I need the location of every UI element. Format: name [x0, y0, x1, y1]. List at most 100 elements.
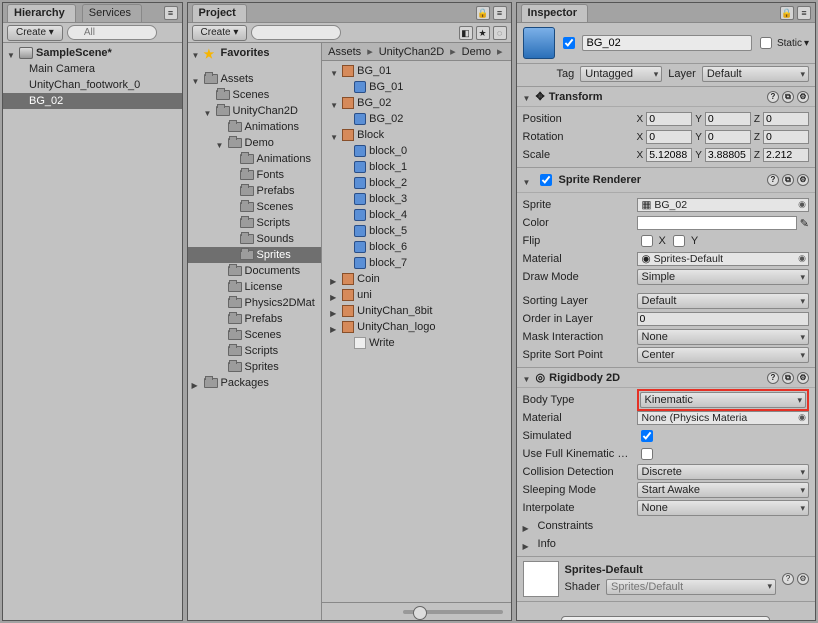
favorites-row[interactable]: ★ Favorites [188, 45, 322, 61]
help-icon[interactable]: ? [767, 372, 779, 384]
expand-arrow-icon[interactable] [342, 195, 351, 204]
position-y-field[interactable] [705, 112, 751, 126]
folder-row[interactable]: Sounds [188, 231, 322, 247]
order-field[interactable] [637, 312, 809, 326]
folder-row[interactable]: Scenes [188, 87, 322, 103]
hidden-icon[interactable]: ◌ [493, 26, 507, 40]
folder-row[interactable]: Prefabs [188, 311, 322, 327]
folder-row[interactable]: UnityChan2D [188, 103, 322, 119]
panel-menu-icon[interactable]: ≡ [797, 6, 811, 20]
asset-row[interactable]: BG_02 [322, 111, 510, 127]
project-search-input[interactable] [251, 25, 341, 40]
breadcrumb-item[interactable]: Assets [328, 46, 361, 58]
simulated-checkbox[interactable] [641, 430, 653, 442]
filter-icon[interactable]: ◧ [459, 26, 473, 40]
expand-arrow-icon[interactable] [216, 347, 225, 356]
asset-row[interactable]: uni [322, 287, 510, 303]
position-x-field[interactable] [646, 112, 692, 126]
asset-row[interactable]: Coin [322, 271, 510, 287]
folder-row[interactable]: Scenes [188, 199, 322, 215]
physics-material-field[interactable]: None (Physics Materia [637, 411, 809, 425]
asset-row[interactable]: BG_01 [322, 79, 510, 95]
expand-arrow-icon[interactable] [342, 179, 351, 188]
expand-arrow-icon[interactable] [330, 99, 339, 108]
expand-arrow-icon[interactable] [216, 331, 225, 340]
lock-icon[interactable]: 🔒 [476, 6, 490, 20]
expand-arrow-icon[interactable] [228, 235, 237, 244]
breadcrumb-item[interactable]: Demo [462, 46, 491, 58]
foldout-arrow-icon[interactable] [523, 540, 532, 549]
help-icon[interactable]: ? [767, 174, 779, 186]
favorite-icon[interactable]: ★ [476, 26, 490, 40]
collision-detection-dropdown[interactable]: Discrete [637, 464, 809, 480]
add-component-button[interactable]: Add Component [561, 616, 770, 620]
bodytype-dropdown[interactable]: Kinematic [640, 392, 806, 408]
sprite-field[interactable]: ▦ BG_02 [637, 198, 809, 212]
services-tab[interactable]: Services [82, 4, 142, 22]
expand-arrow-icon[interactable] [342, 83, 351, 92]
help-icon[interactable]: ? [767, 91, 779, 103]
preset-icon[interactable]: ⧉ [782, 372, 794, 384]
gameobject-icon[interactable] [523, 27, 555, 59]
gear-icon[interactable]: ⚙ [797, 573, 809, 585]
sortinglayer-dropdown[interactable]: Default [637, 293, 809, 309]
hierarchy-item[interactable]: UnityChan_footwork_0 [3, 77, 182, 93]
expand-arrow-icon[interactable] [204, 107, 213, 116]
rotation-y-field[interactable] [705, 130, 751, 144]
folder-row[interactable]: Scripts [188, 343, 322, 359]
position-z-field[interactable] [763, 112, 809, 126]
expand-arrow-icon[interactable] [330, 275, 339, 284]
asset-row[interactable]: block_6 [322, 239, 510, 255]
expand-arrow-icon[interactable] [216, 123, 225, 132]
expand-arrow-icon[interactable] [342, 147, 351, 156]
foldout-arrow-icon[interactable] [523, 522, 532, 531]
flip-y-checkbox[interactable] [673, 235, 685, 247]
gameobject-name-field[interactable] [582, 35, 752, 51]
asset-row[interactable]: block_2 [322, 175, 510, 191]
gear-icon[interactable]: ⚙ [797, 174, 809, 186]
expand-arrow-icon[interactable] [216, 363, 225, 372]
gear-icon[interactable]: ⚙ [797, 372, 809, 384]
panel-menu-icon[interactable]: ≡ [164, 6, 178, 20]
expand-arrow-icon[interactable] [342, 339, 351, 348]
expand-arrow-icon[interactable] [330, 131, 339, 140]
preset-icon[interactable]: ⧉ [782, 91, 794, 103]
panel-menu-icon[interactable]: ≡ [493, 6, 507, 20]
folder-row[interactable]: Animations [188, 119, 322, 135]
material-field[interactable]: ◉ Sprites-Default [637, 252, 809, 266]
expand-arrow-icon[interactable] [216, 283, 225, 292]
expand-arrow-icon[interactable] [216, 267, 225, 276]
expand-arrow-icon[interactable] [192, 379, 201, 388]
component-enabled-checkbox[interactable] [540, 174, 552, 186]
expand-arrow-icon[interactable] [204, 91, 213, 100]
folder-row[interactable]: License [188, 279, 322, 295]
hierarchy-search-input[interactable] [67, 25, 157, 40]
layer-dropdown[interactable]: Default [702, 66, 809, 82]
expand-arrow-icon[interactable] [342, 243, 351, 252]
flip-x-checkbox[interactable] [641, 235, 653, 247]
foldout-arrow-icon[interactable] [523, 92, 532, 101]
asset-row[interactable]: block_0 [322, 143, 510, 159]
scene-row[interactable]: SampleScene* [3, 45, 182, 61]
folder-row[interactable]: Animations [188, 151, 322, 167]
expand-arrow-icon[interactable] [216, 299, 225, 308]
project-create-button[interactable]: Create ▾ [192, 25, 248, 41]
expand-arrow-icon[interactable] [330, 291, 339, 300]
asset-row[interactable]: UnityChan_logo [322, 319, 510, 335]
rotation-x-field[interactable] [646, 130, 692, 144]
expand-arrow-icon[interactable] [228, 219, 237, 228]
folder-row[interactable]: Demo [188, 135, 322, 151]
foldout-arrow-icon[interactable] [523, 176, 532, 185]
expand-arrow-icon[interactable] [216, 139, 225, 148]
drawmode-dropdown[interactable]: Simple [637, 269, 809, 285]
scale-x-field[interactable] [646, 148, 692, 162]
expand-arrow-icon[interactable] [228, 187, 237, 196]
asset-row[interactable]: block_7 [322, 255, 510, 271]
static-checkbox[interactable] [760, 37, 772, 49]
hierarchy-create-button[interactable]: Create ▾ [7, 25, 63, 41]
mask-dropdown[interactable]: None [637, 329, 809, 345]
sleeping-mode-dropdown[interactable]: Start Awake [637, 482, 809, 498]
expand-arrow-icon[interactable] [342, 163, 351, 172]
folder-row[interactable]: Fonts [188, 167, 322, 183]
breadcrumb-item[interactable]: UnityChan2D [379, 46, 444, 58]
